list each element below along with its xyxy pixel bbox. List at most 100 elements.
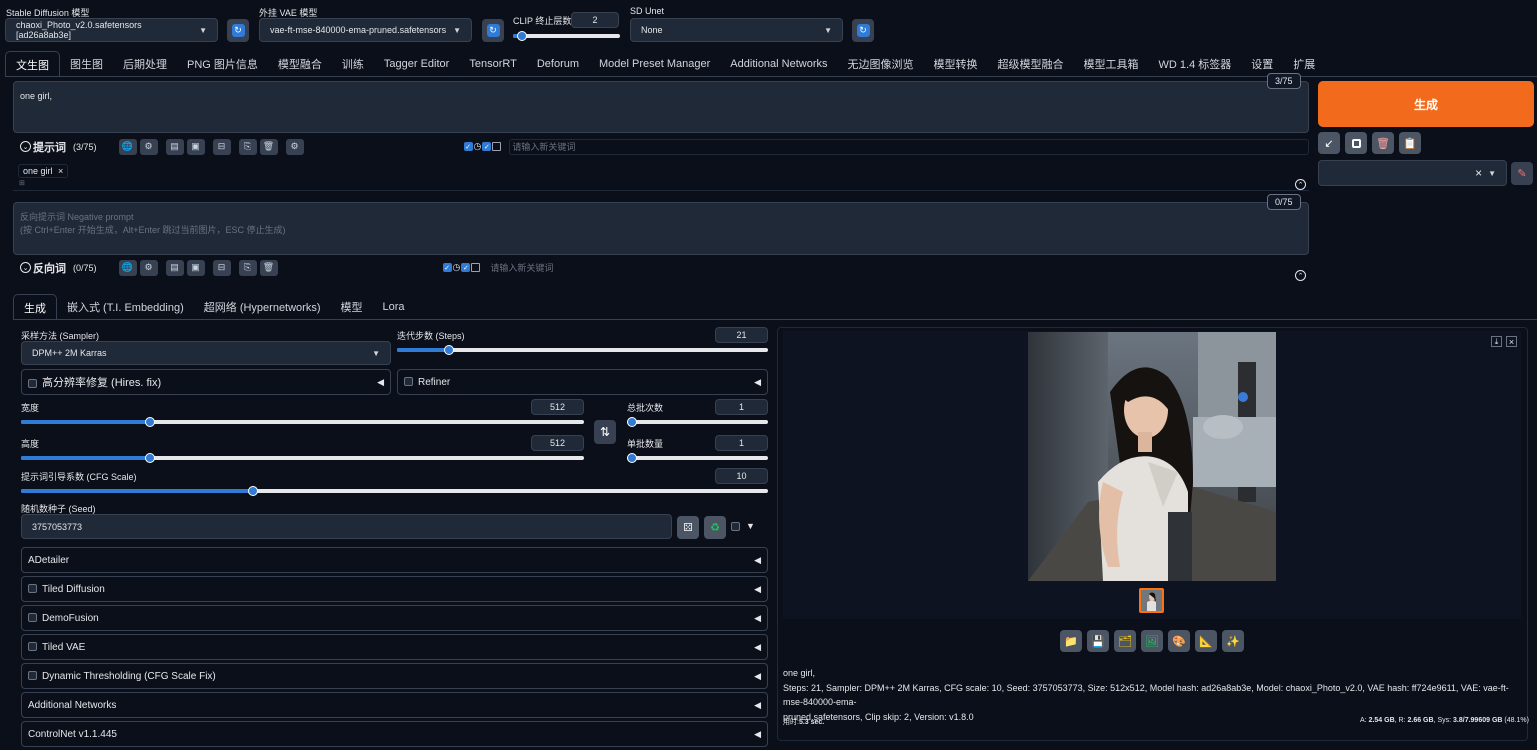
width-slider-thumb[interactable] [145, 417, 155, 427]
refresh-vae-button[interactable]: ↻ [482, 19, 504, 42]
history-icon[interactable]: ⊟ [212, 259, 231, 276]
subtab-2[interactable]: 超网络 (Hypernetworks) [194, 294, 331, 320]
paste-params-button[interactable]: ↙ [1318, 132, 1340, 154]
close-image-icon[interactable]: × [1506, 336, 1517, 347]
send-to-extras-button[interactable]: 📐 [1195, 630, 1217, 652]
clipboard-button[interactable]: 📋 [1399, 132, 1421, 154]
cfg-slider[interactable] [21, 486, 768, 496]
tab-9[interactable]: Model Preset Manager [589, 51, 720, 77]
edit-styles-button[interactable]: ✎ [1511, 162, 1533, 185]
collapse-prompt-icon[interactable]: ⌄ [20, 141, 31, 152]
tab-5[interactable]: 训练 [332, 51, 374, 77]
batch-count-input[interactable]: 1 [715, 399, 768, 415]
accordion-2[interactable]: DemoFusion ◀ [21, 605, 768, 631]
load-icon[interactable]: ▤ [165, 259, 184, 276]
tab-12[interactable]: 模型转换 [924, 51, 988, 77]
random-seed-button[interactable]: ⚄ [677, 516, 699, 539]
accordion-checkbox[interactable] [28, 642, 37, 652]
subtab-3[interactable]: 模型 [331, 294, 373, 320]
batch-size-slider-thumb[interactable] [627, 453, 637, 463]
history-icon[interactable]: ⊟ [212, 138, 231, 155]
keyword-checkboxes[interactable]: ✓ ◷ ✓ [463, 141, 502, 152]
keyword-input[interactable]: 请输入新关键词 [488, 260, 1309, 276]
extra-seed-checkbox[interactable] [731, 522, 740, 531]
bookmark-icon[interactable]: ▣ [186, 259, 205, 276]
send-to-img2img-button[interactable]: 🖼 [1141, 630, 1163, 652]
unet-dropdown[interactable]: None ▼ [630, 18, 843, 42]
zip-button[interactable]: 🗂 [1114, 630, 1136, 652]
steps-slider[interactable] [397, 345, 768, 355]
tab-2[interactable]: 后期处理 [113, 51, 177, 77]
clip-slider-thumb[interactable] [517, 31, 527, 41]
refresh-sd-model-button[interactable]: ↻ [227, 19, 249, 42]
tab-0[interactable]: 文生图 [5, 51, 60, 77]
height-slider-thumb[interactable] [145, 453, 155, 463]
open-folder-button[interactable]: 📁 [1060, 630, 1082, 652]
tab-11[interactable]: 无边图像浏览 [838, 51, 924, 77]
translate-icon[interactable]: 🌐 [118, 259, 137, 276]
tab-4[interactable]: 模型融合 [268, 51, 332, 77]
box-icon[interactable] [471, 263, 481, 272]
width-input[interactable]: 512 [531, 399, 584, 415]
height-input[interactable]: 512 [531, 435, 584, 451]
reuse-seed-button[interactable]: ♻ [704, 516, 726, 539]
cfg-input[interactable]: 10 [715, 468, 768, 484]
steps-slider-thumb[interactable] [444, 345, 454, 355]
load-icon[interactable]: ▤ [165, 138, 184, 155]
check-icon[interactable]: ✓ [482, 142, 492, 151]
bookmark-icon[interactable]: ▣ [186, 138, 205, 155]
steps-input[interactable]: 21 [715, 327, 768, 343]
height-slider[interactable] [21, 453, 584, 463]
batch-size-input[interactable]: 1 [715, 435, 768, 451]
seed-input[interactable]: 3757053773 [21, 514, 672, 539]
batch-count-slider[interactable] [627, 417, 768, 427]
chevron-up-icon[interactable]: ⌃ [1295, 179, 1306, 190]
tab-3[interactable]: PNG 图片信息 [177, 51, 268, 77]
batch-count-slider-thumb[interactable] [627, 417, 637, 427]
swap-dimensions-button[interactable]: ⇅ [594, 420, 616, 444]
tab-7[interactable]: TensorRT [459, 51, 526, 77]
tag-chip[interactable]: one girl × [18, 164, 69, 178]
trash-icon[interactable]: 🗑 [259, 259, 278, 276]
sampler-dropdown[interactable]: DPM++ 2M Karras ▼ [21, 341, 391, 365]
tab-13[interactable]: 超级模型融合 [988, 51, 1074, 77]
clip-value-input[interactable]: 2 [571, 12, 619, 28]
accordion-checkbox[interactable] [28, 584, 37, 594]
translate-icon[interactable]: 🌐 [118, 138, 137, 155]
refiner-accordion[interactable]: Refiner ◀ [397, 369, 768, 395]
tab-14[interactable]: 模型工具箱 [1074, 51, 1149, 77]
copy-icon[interactable]: ⎘ [238, 259, 257, 276]
width-slider[interactable] [21, 417, 584, 427]
subtab-1[interactable]: 嵌入式 (T.I. Embedding) [57, 294, 194, 320]
chevron-up-icon[interactable]: ⌃ [1295, 270, 1306, 281]
styles-dropdown[interactable]: × ▼ [1318, 160, 1507, 186]
accordion-checkbox[interactable] [28, 613, 37, 623]
generated-image[interactable] [1028, 332, 1276, 581]
download-icon[interactable]: ⤓ [1491, 336, 1502, 347]
hires-fix-accordion[interactable]: 高分辨率修复 (Hires. fix) ◀ [21, 369, 391, 395]
vae-dropdown[interactable]: vae-ft-mse-840000-ema-pruned.safetensors… [259, 18, 472, 42]
hires-fix-checkbox[interactable] [28, 378, 37, 388]
gallery-thumbnail[interactable] [1139, 588, 1164, 613]
tab-10[interactable]: Additional Networks [720, 51, 837, 77]
settings-icon[interactable]: ⚙ [139, 259, 158, 276]
gear-icon[interactable]: ⚙ [285, 138, 304, 155]
tab-15[interactable]: WD 1.4 标签器 [1149, 51, 1242, 77]
trash-button[interactable]: 🗑 [1372, 132, 1394, 154]
batch-size-slider[interactable] [627, 453, 768, 463]
check-icon[interactable]: ✓ [461, 263, 471, 272]
generate-button[interactable]: 生成 [1318, 81, 1534, 127]
subtab-0[interactable]: 生成 [13, 294, 57, 320]
collapse-negative-icon[interactable]: ⌄ [20, 262, 31, 273]
refiner-checkbox[interactable] [404, 377, 413, 387]
keyword-checkboxes[interactable]: ✓ ◷ ✓ [442, 262, 481, 273]
sd-model-dropdown[interactable]: chaoxi_Photo_v2.0.safetensors [ad26a8ab3… [5, 18, 218, 42]
negative-prompt-textarea[interactable]: 反向提示词 Negative prompt (按 Ctrl+Enter 开始生成… [13, 202, 1309, 255]
stop-button[interactable] [1345, 132, 1367, 154]
accordion-5[interactable]: Additional Networks ◀ [21, 692, 768, 718]
close-icon[interactable]: × [58, 166, 63, 176]
tab-8[interactable]: Deforum [527, 51, 589, 77]
accordion-0[interactable]: ADetailer ◀ [21, 547, 768, 573]
accordion-4[interactable]: Dynamic Thresholding (CFG Scale Fix) ◀ [21, 663, 768, 689]
check-icon[interactable]: ✓ [442, 263, 452, 272]
